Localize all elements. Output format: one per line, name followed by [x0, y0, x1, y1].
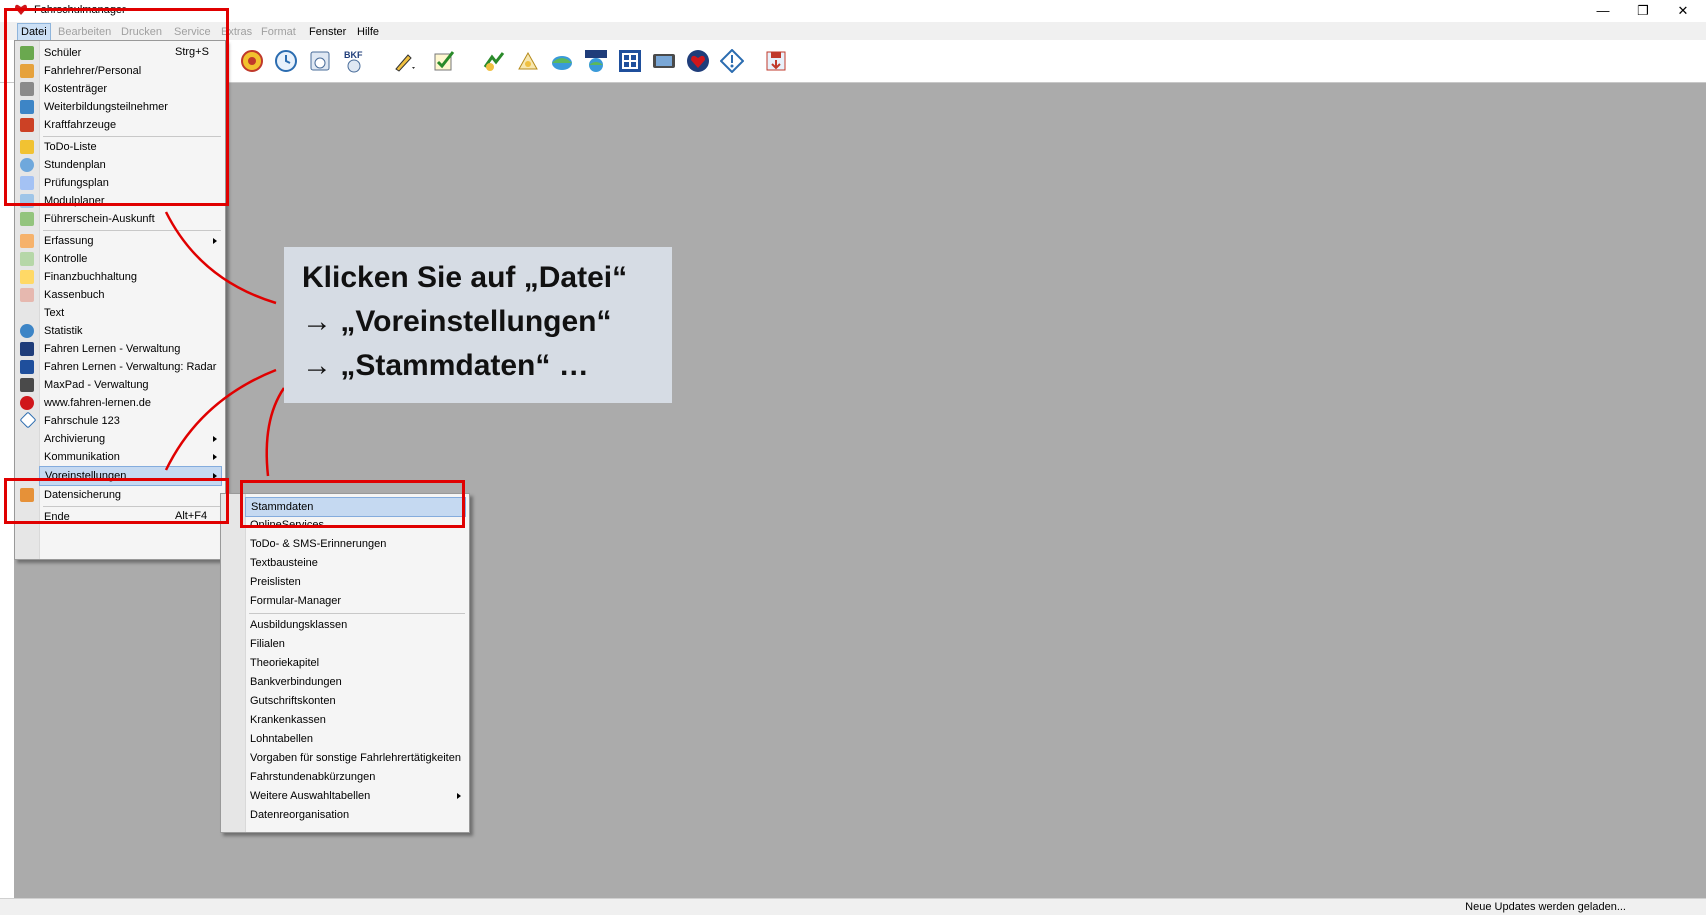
connector-line-stammdaten [265, 387, 286, 477]
instruction-callout: Klicken Sie auf „Datei“ → „Voreinstellun… [284, 247, 672, 403]
callout-line-1: Klicken Sie auf „Datei“ [302, 261, 628, 294]
connector-lines [164, 211, 286, 477]
connector-line-voreinstellungen [164, 368, 277, 471]
callout-line-2: → „Voreinstellungen“ [302, 305, 612, 338]
callout-line-3: → „Stammdaten“ … [302, 349, 589, 382]
connector-line-datei [164, 211, 277, 305]
